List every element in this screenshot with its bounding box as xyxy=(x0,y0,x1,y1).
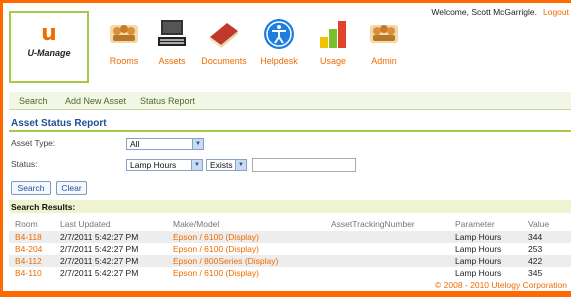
chevron-down-icon: ▼ xyxy=(192,139,203,149)
logout-link[interactable]: Logout xyxy=(543,7,569,17)
footer-copyright: © 2008 - 2010 Utelogy Corporation xyxy=(435,280,567,290)
parameter-cell: Lamp Hours xyxy=(455,232,502,242)
value-cell: 345 xyxy=(528,268,543,278)
room-link[interactable]: B4-112 xyxy=(15,256,42,266)
nav-helpdesk[interactable]: Helpdesk xyxy=(250,17,308,66)
search-results-title: Search Results: xyxy=(9,200,571,213)
last-updated-cell: 2/7/2011 5:42:27 PM xyxy=(60,256,139,266)
column-header-last-updated: Last Updated xyxy=(60,219,111,229)
make-model-link[interactable]: Epson / 6100 (Display) xyxy=(173,268,259,278)
room-link[interactable]: B4-118 xyxy=(15,232,42,242)
panel-title: Asset Status Report xyxy=(9,115,571,132)
value-cell: 344 xyxy=(528,232,543,242)
nav-helpdesk-label: Helpdesk xyxy=(260,56,298,66)
nav-admin-label: Admin xyxy=(371,56,397,66)
status-value-input[interactable] xyxy=(252,158,356,172)
nav-usage[interactable]: Usage xyxy=(304,17,362,66)
status-parameter-select[interactable]: Lamp Hours ▼ xyxy=(126,159,203,171)
book-icon xyxy=(207,17,241,51)
asset-status-panel: Asset Status Report Asset Type: All ▼ St… xyxy=(9,115,571,278)
make-model-link[interactable]: Epson / 6100 (Display) xyxy=(173,244,259,254)
search-button[interactable]: Search xyxy=(11,181,51,195)
value-cell: 422 xyxy=(528,256,543,266)
make-model-link[interactable]: Epson / 800Series (Display) xyxy=(173,256,278,266)
parameter-cell: Lamp Hours xyxy=(455,268,502,278)
room-link[interactable]: B4-110 xyxy=(15,268,42,278)
nav-assets-label: Assets xyxy=(158,56,186,66)
header: u U-Manage Rooms Assets Documents Helpde… xyxy=(3,3,571,85)
computer-icon xyxy=(155,17,189,51)
clear-button[interactable]: Clear xyxy=(56,181,87,195)
logo-letter: u xyxy=(41,21,57,46)
column-header-parameter: Parameter xyxy=(455,219,495,229)
bar-chart-icon xyxy=(316,17,350,51)
logo[interactable]: u U-Manage xyxy=(9,11,89,83)
chevron-down-icon: ▼ xyxy=(191,160,202,170)
logo-name: U-Manage xyxy=(27,48,71,58)
column-header-room: Room xyxy=(15,219,38,229)
status-label: Status: xyxy=(11,159,38,169)
parameter-cell: Lamp Hours xyxy=(455,244,502,254)
last-updated-cell: 2/7/2011 5:42:27 PM xyxy=(60,268,139,278)
subnav-search-link[interactable]: Search xyxy=(19,96,48,106)
column-header-asset-tracking: AssetTrackingNumber xyxy=(331,219,415,229)
admin-icon xyxy=(367,17,401,51)
nav-documents[interactable]: Documents xyxy=(195,17,253,66)
room-link[interactable]: B4-204 xyxy=(15,244,42,254)
accessibility-icon xyxy=(262,17,296,51)
asset-type-label: Asset Type: xyxy=(11,138,56,148)
asset-type-select[interactable]: All ▼ xyxy=(126,138,204,150)
nav-documents-label: Documents xyxy=(201,56,247,66)
asset-type-select-value: All xyxy=(130,139,140,149)
status-operator-value: Exists xyxy=(210,160,233,170)
status-operator-select[interactable]: Exists ▼ xyxy=(206,159,247,171)
subnav-add-asset-link[interactable]: Add New Asset xyxy=(65,96,126,106)
nav-admin[interactable]: Admin xyxy=(355,17,413,66)
app-window: u U-Manage Rooms Assets Documents Helpde… xyxy=(3,3,571,291)
last-updated-cell: 2/7/2011 5:42:27 PM xyxy=(60,232,139,242)
rooms-icon xyxy=(107,17,141,51)
nav-usage-label: Usage xyxy=(319,56,346,66)
table-row: B4-112 2/7/2011 5:42:27 PM Epson / 800Se… xyxy=(9,255,571,267)
subnav-status-report-link[interactable]: Status Report xyxy=(140,96,195,106)
column-header-value: Value xyxy=(528,219,550,229)
table-row: B4-204 2/7/2011 5:42:27 PM Epson / 6100 … xyxy=(9,243,571,255)
sub-navigation: Search Add New Asset Status Report xyxy=(9,92,571,110)
last-updated-cell: 2/7/2011 5:42:27 PM xyxy=(60,244,139,254)
parameter-cell: Lamp Hours xyxy=(455,256,502,266)
value-cell: 253 xyxy=(528,244,543,254)
make-model-link[interactable]: Epson / 6100 (Display) xyxy=(173,232,259,242)
table-row: B4-110 2/7/2011 5:42:27 PM Epson / 6100 … xyxy=(9,267,571,279)
status-parameter-value: Lamp Hours xyxy=(130,160,177,170)
table-row: B4-118 2/7/2011 5:42:27 PM Epson / 6100 … xyxy=(9,231,571,243)
column-header-make-model: Make/Model xyxy=(173,219,220,229)
nav-assets[interactable]: Assets xyxy=(143,17,201,66)
welcome-text: Welcome, Scott McGarrigle. xyxy=(431,7,537,17)
chevron-down-icon: ▼ xyxy=(235,160,246,170)
